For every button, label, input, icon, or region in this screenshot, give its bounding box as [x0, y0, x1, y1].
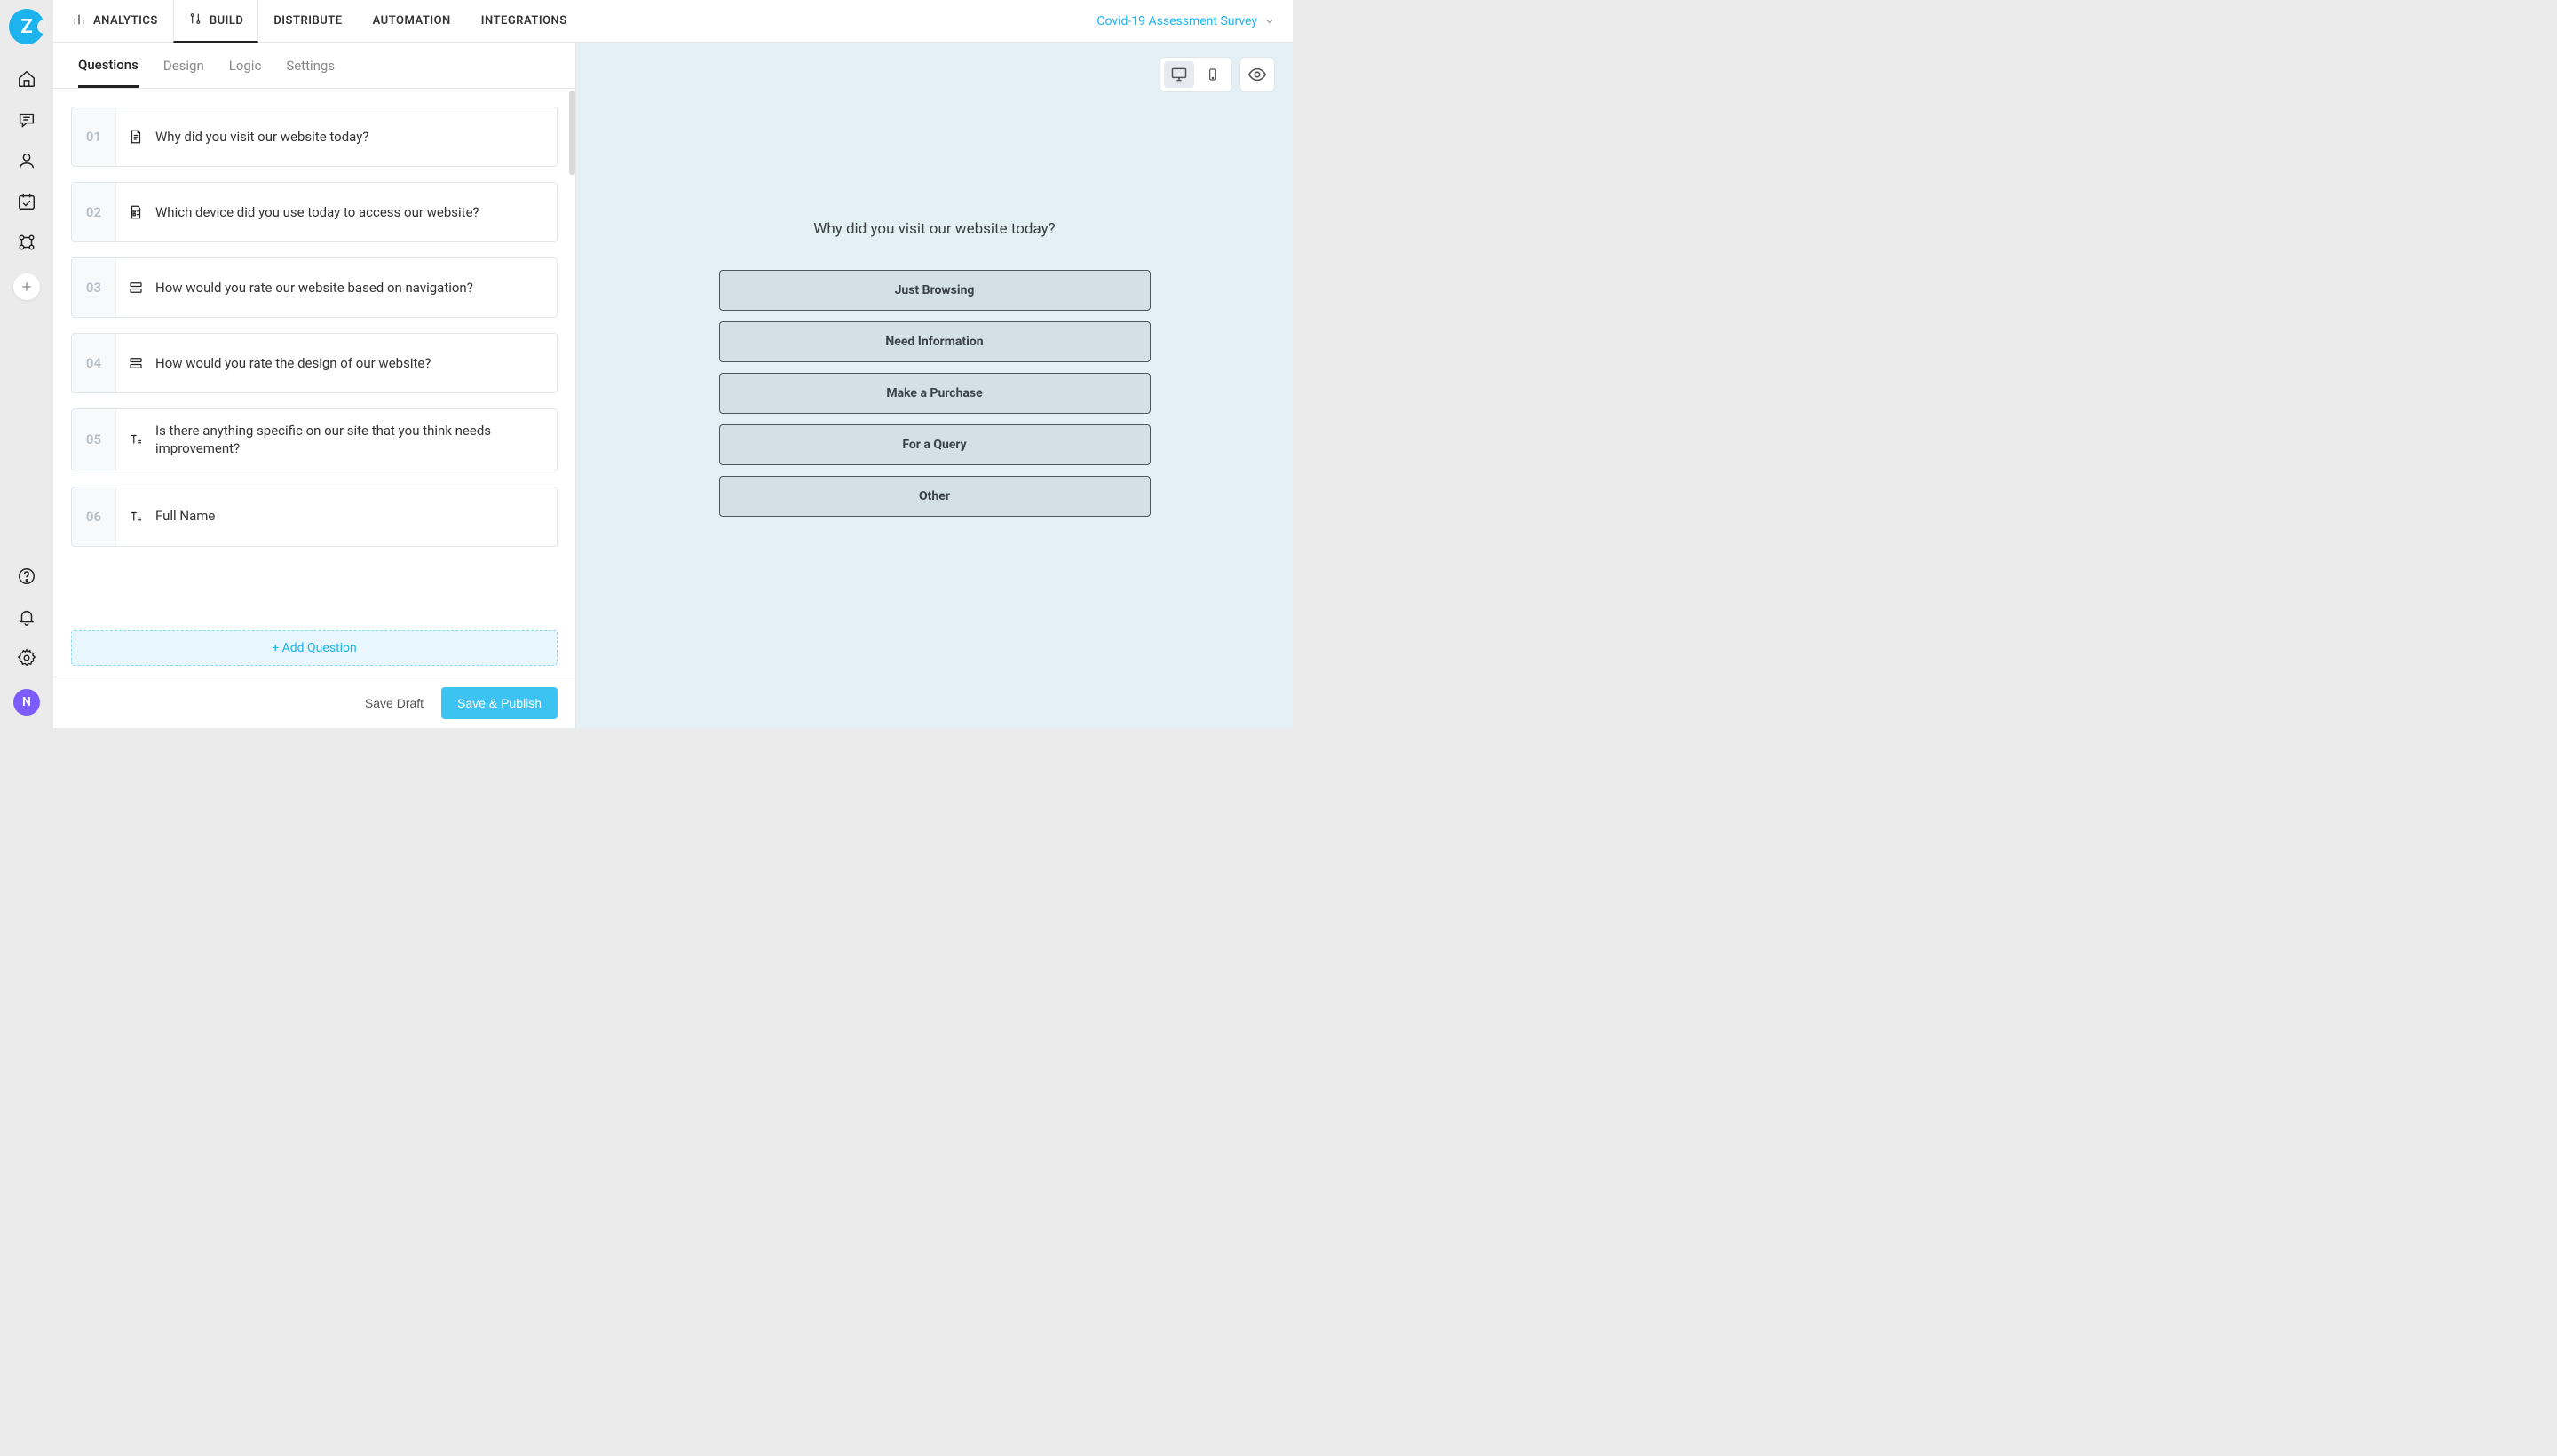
nav-label: INTEGRATIONS [481, 14, 567, 28]
nav-integrations[interactable]: INTEGRATIONS [466, 0, 582, 42]
question-text: How would you rate the design of our web… [155, 342, 557, 384]
gear-icon[interactable] [17, 648, 36, 668]
subtab-design[interactable]: Design [163, 45, 204, 86]
nav-label: DISTRIBUTE [273, 14, 342, 28]
scrollbar[interactable] [569, 91, 575, 175]
nav-analytics[interactable]: ANALYTICS [71, 0, 173, 42]
preview-option[interactable]: For a Query [719, 424, 1151, 465]
chevron-down-icon [1264, 16, 1275, 27]
question-card[interactable]: 02 Which device did you use today to acc… [71, 182, 558, 242]
preview-panel: Why did you visit our website today? Jus… [576, 43, 1293, 728]
nav-build[interactable]: BUILD [173, 0, 259, 43]
add-question-button[interactable]: + Add Question [71, 630, 558, 666]
device-toggle [1160, 57, 1232, 92]
preview-option[interactable]: Need Information [719, 321, 1151, 362]
builder-footer: Save Draft Save & Publish [53, 677, 575, 728]
preview-options: Just Browsing Need Information Make a Pu… [719, 270, 1151, 517]
user-avatar[interactable]: N [13, 689, 40, 716]
analytics-icon [72, 12, 86, 30]
nav-label: ANALYTICS [93, 14, 158, 28]
save-publish-button[interactable]: Save & Publish [441, 687, 558, 719]
question-number: 05 [72, 409, 116, 471]
nav-label: AUTOMATION [373, 14, 451, 28]
question-list: 01 Why did you visit our website today? … [53, 89, 575, 630]
question-number: 06 [72, 487, 116, 546]
eye-icon [1247, 65, 1267, 84]
question-text: How would you rate our website based on … [155, 266, 557, 309]
builder-panel: Questions Design Logic Settings 01 Why d… [53, 43, 576, 728]
preview-option[interactable]: Just Browsing [719, 270, 1151, 311]
subtab-bar: Questions Design Logic Settings [53, 43, 575, 89]
text-input-icon [116, 431, 155, 447]
brand-logo[interactable]: Z [9, 9, 44, 44]
add-button[interactable] [13, 273, 40, 300]
survey-name-label: Covid-19 Assessment Survey [1096, 14, 1257, 28]
question-number: 02 [72, 183, 116, 241]
page-icon [116, 129, 155, 145]
mobile-icon [1206, 66, 1220, 83]
question-card[interactable]: 05 Is there anything specific on our sit… [71, 408, 558, 471]
save-draft-button[interactable]: Save Draft [365, 696, 424, 710]
question-card[interactable]: 04 How would you rate the design of our … [71, 333, 558, 393]
home-icon[interactable] [17, 69, 36, 89]
desktop-view-button[interactable] [1164, 61, 1194, 88]
preview-question-text: Why did you visit our website today? [813, 220, 1055, 238]
help-icon[interactable] [17, 566, 36, 586]
bell-icon[interactable] [17, 607, 36, 627]
question-number: 01 [72, 107, 116, 166]
preview-eye-button[interactable] [1239, 57, 1275, 92]
question-text: Why did you visit our website today? [155, 115, 557, 158]
mobile-view-button[interactable] [1198, 61, 1228, 88]
desktop-icon [1170, 66, 1188, 83]
question-number: 03 [72, 258, 116, 317]
nav-distribute[interactable]: DISTRIBUTE [258, 0, 357, 42]
multichoice-icon [116, 204, 155, 220]
user-icon[interactable] [17, 151, 36, 170]
text-input-icon [116, 509, 155, 525]
workflow-icon[interactable] [17, 233, 36, 252]
calendar-check-icon[interactable] [17, 192, 36, 211]
top-nav: ANALYTICS BUILD DISTRIBUTE AUTOMATION IN… [53, 0, 1293, 43]
nav-automation[interactable]: AUTOMATION [358, 0, 466, 42]
chat-icon[interactable] [17, 110, 36, 130]
subtab-questions[interactable]: Questions [78, 44, 139, 88]
nav-label: BUILD [210, 14, 244, 28]
question-card[interactable]: 06 Full Name [71, 487, 558, 547]
question-text: Which device did you use today to access… [155, 191, 557, 233]
left-rail: Z [0, 0, 53, 728]
subtab-settings[interactable]: Settings [286, 45, 335, 86]
build-icon [188, 12, 202, 29]
question-text: Full Name [155, 495, 557, 537]
question-number: 04 [72, 334, 116, 392]
list-icon [116, 280, 155, 296]
subtab-logic[interactable]: Logic [229, 45, 262, 86]
preview-option[interactable]: Make a Purchase [719, 373, 1151, 414]
list-icon [116, 355, 155, 371]
question-text: Is there anything specific on our site t… [155, 409, 557, 471]
question-card[interactable]: 03 How would you rate our website based … [71, 257, 558, 318]
preview-option[interactable]: Other [719, 476, 1151, 517]
survey-selector[interactable]: Covid-19 Assessment Survey [1096, 0, 1275, 42]
question-card[interactable]: 01 Why did you visit our website today? [71, 107, 558, 167]
